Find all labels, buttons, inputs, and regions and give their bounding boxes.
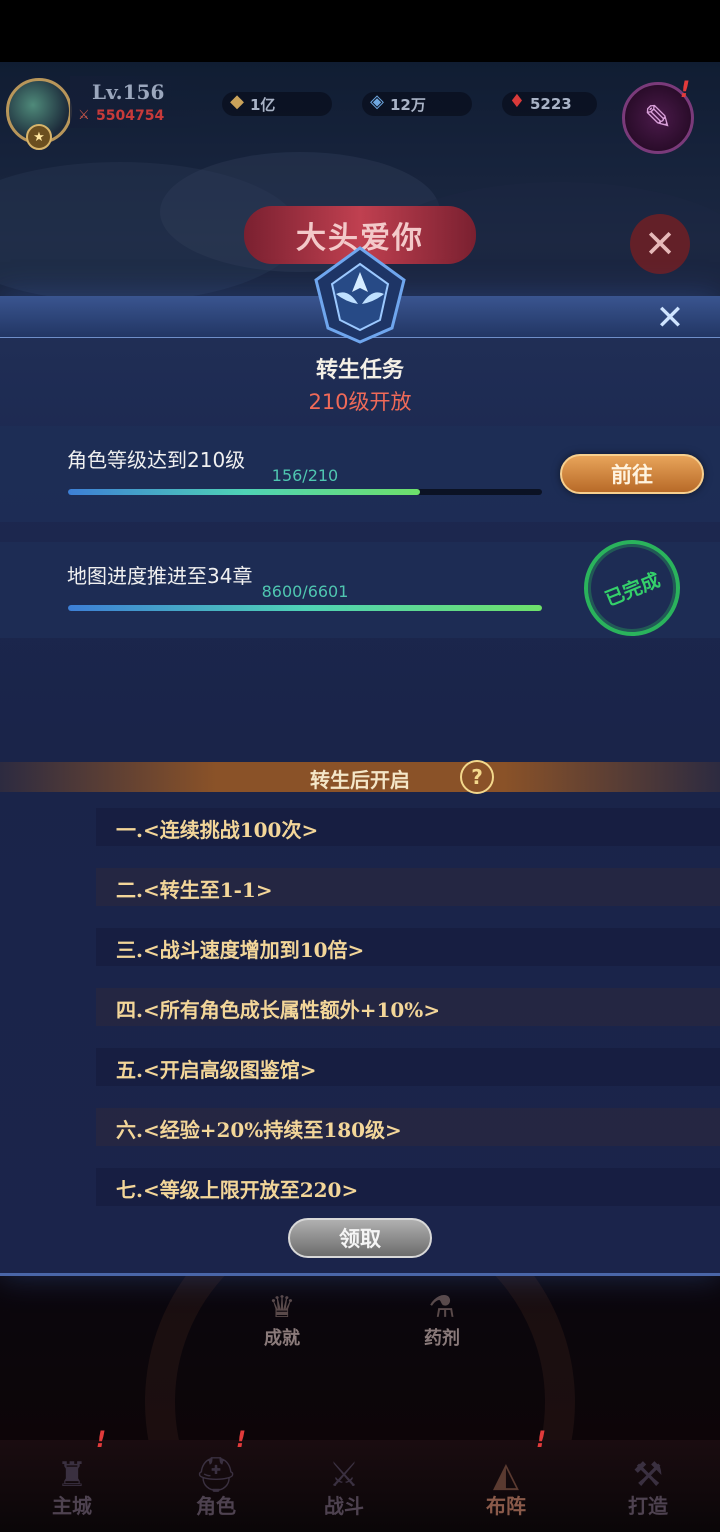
gold-currency[interactable]: ◆ 1亿 [222, 91, 332, 116]
event-close-icon[interactable]: ✕ [630, 214, 690, 274]
unlock-item-text: 四.<所有角色成长属性额外+10%> [116, 998, 441, 1022]
unlock-item: 一.<连续挑战100次> [96, 808, 720, 846]
unlock-item-text: 五.<开启高级图鉴馆> [116, 1058, 317, 1082]
task-progress-bar [68, 605, 542, 611]
task-progress-fill [68, 489, 421, 495]
nav-main-city[interactable]: ♜ 主城 [0, 1440, 144, 1532]
gold-icon: ◆ [230, 90, 244, 112]
unlock-item-text: 七.<等级上限开放至220> [116, 1178, 359, 1202]
potion-label: 药剂 [424, 1328, 460, 1349]
unlock-item: 五.<开启高级图鉴馆> [96, 1048, 720, 1086]
rank-emblem-icon: ★ [26, 124, 52, 150]
unlock-level-requirement: 210级开放 [308, 390, 412, 414]
go-button[interactable]: 前往 [560, 454, 704, 494]
unlock-item: 三.<战斗速度增加到10倍> [96, 928, 720, 966]
unlock-item-text: 六.<经验+20%持续至180级> [116, 1118, 402, 1142]
task-progress-text: 8600/6601 [261, 582, 349, 601]
gem-amount: 12万 [390, 95, 426, 114]
gem-currency[interactable]: ◈ 12万 [362, 91, 472, 116]
nav-character[interactable]: ⛑ 角色 [144, 1440, 288, 1532]
gem-icon: ◈ [370, 90, 384, 112]
nav-battle[interactable]: ⚔ 战斗 [272, 1440, 416, 1532]
scroll-icon: ✎ [643, 98, 673, 138]
ruby-icon: ♦ [508, 90, 526, 112]
achievement-shortcut[interactable]: ♛ 成就 [242, 1290, 322, 1370]
potion-icon: ⚗ [428, 1290, 456, 1325]
task-progress-fill [68, 605, 542, 611]
nav-main-city-label: 主城 [52, 1494, 92, 1518]
claim-button[interactable]: 领取 [288, 1218, 432, 1258]
gold-amount: 1亿 [250, 95, 276, 114]
ruby-amount: 5223 [530, 95, 572, 113]
trophy-icon: ♛ [268, 1290, 296, 1325]
nav-forge[interactable]: ⚒ 打造 [576, 1440, 720, 1532]
nav-alert-badge: ! [536, 1428, 547, 1453]
unlock-section-title: 转生后开启 [310, 768, 410, 792]
nav-alert-badge: ! [236, 1428, 247, 1453]
unlock-item-text: 一.<连续挑战100次> [116, 818, 319, 842]
potion-shortcut[interactable]: ⚗ 药剂 [402, 1290, 482, 1370]
help-icon[interactable]: ? [460, 760, 494, 794]
nav-alert-badge: ! [96, 1428, 107, 1453]
quest-alert-badge: ! [680, 78, 691, 103]
achievement-label: 成就 [264, 1328, 300, 1349]
player-level: Lv.156 [92, 80, 165, 104]
nav-forge-label: 打造 [628, 1494, 668, 1518]
combat-power: 5504754 [96, 108, 165, 124]
wing-crest-icon [296, 242, 424, 346]
nav-formation[interactable]: ◭ 布阵 [434, 1440, 578, 1532]
close-icon[interactable]: ✕ [650, 298, 690, 338]
unlock-item: 六.<经验+20%持续至180级> [96, 1108, 720, 1146]
nav-formation-label: 布阵 [486, 1494, 526, 1518]
unlock-item: 二.<转生至1-1> [96, 868, 720, 906]
unlock-item-text: 二.<转生至1-1> [116, 878, 273, 902]
nav-character-label: 角色 [196, 1494, 236, 1518]
sword-power-icon: ⚔ [78, 108, 90, 123]
modal-title: 转生任务 [315, 357, 404, 383]
nav-battle-label: 战斗 [324, 1494, 364, 1518]
task-progress-text: 156/210 [271, 466, 339, 485]
unlock-item-text: 三.<战斗速度增加到10倍> [116, 938, 365, 962]
unlock-item: 七.<等级上限开放至220> [96, 1168, 720, 1206]
unlock-item: 四.<所有角色成长属性额外+10%> [96, 988, 720, 1026]
task-progress-bar [68, 489, 542, 495]
ruby-currency[interactable]: ♦ 5223 [502, 91, 597, 116]
